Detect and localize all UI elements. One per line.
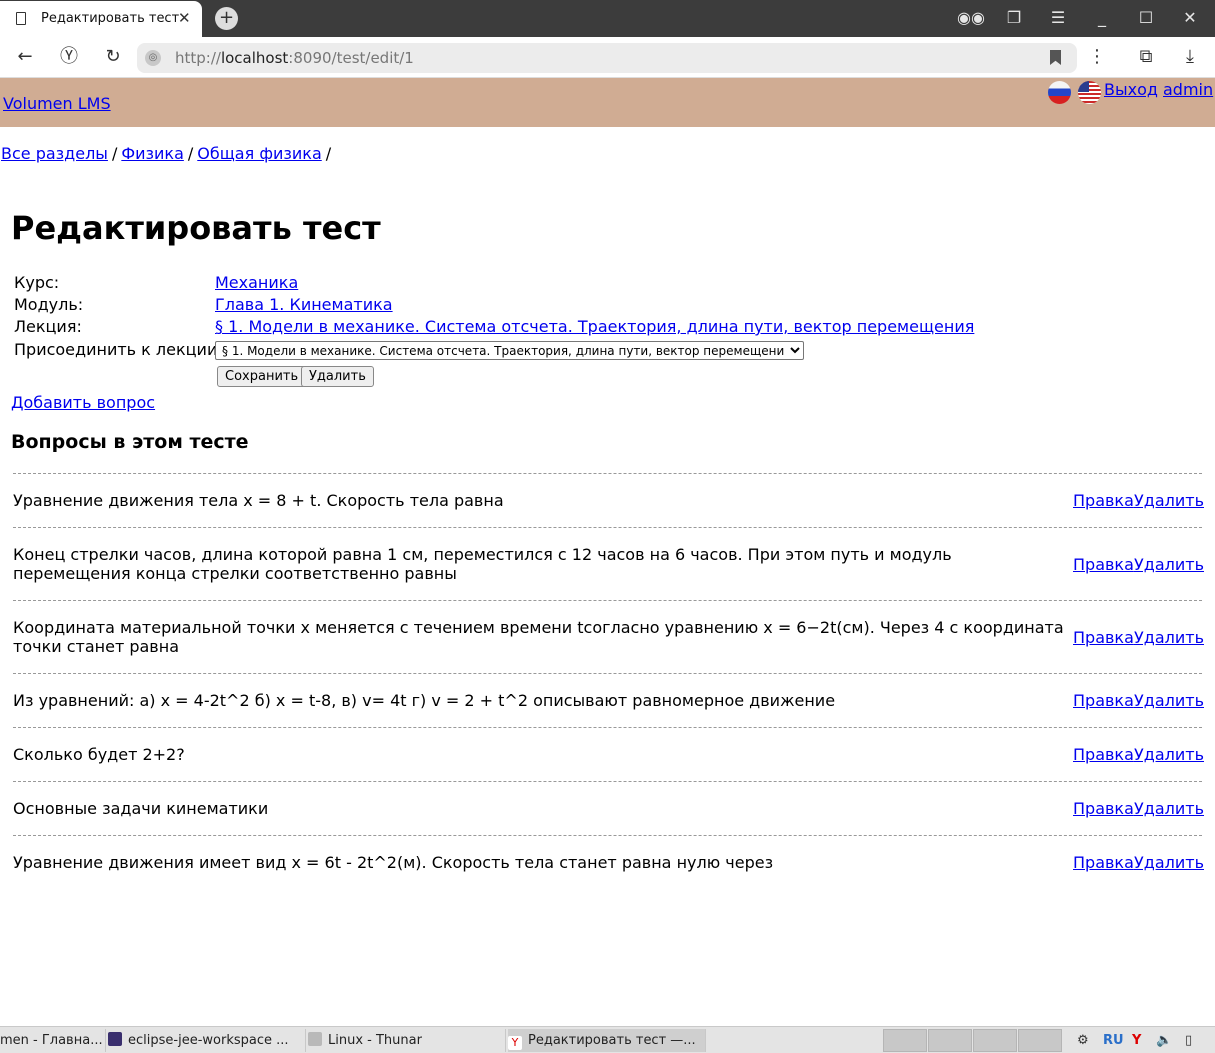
add-question-link[interactable]: Добавить вопрос <box>11 393 155 412</box>
question-row: Координата материальной точки x меняется… <box>13 600 1204 673</box>
sidebar-icon[interactable]: ⧉ <box>1134 45 1158 69</box>
browser-tab[interactable]: Редактировать тест ✕ <box>0 1 202 37</box>
download-icon[interactable]: ⤓ <box>1178 45 1202 69</box>
attach-lecture-label: Присоединить к лекции <box>14 340 218 359</box>
address-bar[interactable]: ◎ http://localhost:8090/test/edit/1 <box>137 43 1077 73</box>
yandex-browser-icon: Y <box>508 1036 522 1050</box>
edit-question-link[interactable]: Правка <box>1073 555 1134 574</box>
new-tab-button[interactable]: + <box>215 7 238 30</box>
edit-question-link[interactable]: Правка <box>1073 745 1134 764</box>
question-text: Основные задачи кинематики <box>13 799 269 818</box>
delete-question-link[interactable]: Удалить <box>1134 799 1204 818</box>
attach-lecture-select[interactable]: § 1. Модели в механике. Система отсчета.… <box>215 341 804 360</box>
save-button[interactable]: Сохранить <box>217 366 307 387</box>
tab-title: Редактировать тест <box>41 11 180 26</box>
menu-icon[interactable]: ☰ <box>1046 8 1070 27</box>
document-icon <box>16 12 26 25</box>
workspace-4[interactable] <box>1018 1029 1062 1052</box>
workspace-2[interactable] <box>928 1029 972 1052</box>
russian-flag-icon[interactable] <box>1048 81 1071 104</box>
yandex-icon[interactable]: Ⓨ <box>57 45 81 69</box>
folder-icon <box>308 1032 322 1046</box>
site-info-icon[interactable]: ◎ <box>145 50 161 66</box>
question-text: Из уравнений: а) x = 4-2t^2 б) x = t-8, … <box>13 691 836 710</box>
question-text: Уравнение движения имеет вид x = 6t - 2t… <box>13 853 774 872</box>
browser-navbar: ← Ⓨ ↻ ◎ http://localhost:8090/test/edit/… <box>0 37 1215 78</box>
network-icon[interactable]: ⚙ <box>1077 1030 1089 1052</box>
delete-question-link[interactable]: Удалить <box>1134 745 1204 764</box>
edit-question-link[interactable]: Правка <box>1073 853 1134 872</box>
edit-question-link[interactable]: Правка <box>1073 799 1134 818</box>
breadcrumb-physics[interactable]: Физика <box>121 144 184 163</box>
edit-question-link[interactable]: Правка <box>1073 691 1134 710</box>
taskbar-item-thunar[interactable]: Linux - Thunar <box>308 1029 506 1052</box>
close-tab-icon[interactable]: ✕ <box>178 9 191 27</box>
os-taskbar: men - Главна... eclipse-jee-workspace ..… <box>0 1026 1215 1053</box>
question-row: Уравнение движения тела x = 8 + t. Скоро… <box>13 473 1204 527</box>
minimize-icon[interactable]: _ <box>1090 8 1114 27</box>
breadcrumb: Все разделы / Физика / Общая физика / <box>1 144 332 163</box>
battery-icon[interactable]: ▯ <box>1185 1030 1192 1052</box>
url-text[interactable]: http://localhost:8090/test/edit/1 <box>175 49 414 67</box>
module-link[interactable]: Глава 1. Кинематика <box>215 295 393 314</box>
question-row: Из уравнений: а) x = 4-2t^2 б) x = t-8, … <box>13 673 1204 727</box>
reload-icon[interactable]: ↻ <box>101 45 125 69</box>
us-flag-icon[interactable] <box>1078 81 1101 104</box>
taskbar-item-browser[interactable]: Y Редактировать тест —... <box>508 1029 706 1052</box>
question-text: Координата материальной точки x меняется… <box>13 618 1064 656</box>
question-text: Конец стрелки часов, длина которой равна… <box>13 545 952 583</box>
breadcrumb-general-physics[interactable]: Общая физика <box>197 144 322 163</box>
keyboard-layout[interactable]: RU <box>1103 1030 1124 1052</box>
site-header: Volumen LMS Выход admin <box>0 78 1215 127</box>
edit-question-link[interactable]: Правка <box>1073 628 1134 647</box>
lecture-label: Лекция: <box>14 317 82 336</box>
question-text: Сколько будет 2+2? <box>13 745 185 764</box>
course-link[interactable]: Механика <box>215 273 298 292</box>
question-row: Основные задачи кинематики Правка Удалит… <box>13 781 1204 835</box>
back-icon[interactable]: ← <box>13 45 37 69</box>
questions-section-title: Вопросы в этом тесте <box>11 431 249 453</box>
lecture-link[interactable]: § 1. Модели в механике. Система отсчета.… <box>215 317 974 336</box>
close-window-icon[interactable]: ✕ <box>1178 8 1202 27</box>
browser-tabbar: Редактировать тест ✕ + ◉◉ ❐ ☰ _ ☐ ✕ <box>0 0 1215 37</box>
bookmark-icon[interactable] <box>1050 50 1061 65</box>
course-label: Курс: <box>14 273 60 292</box>
taskbar-item-eclipse[interactable]: eclipse-jee-workspace ... <box>108 1029 306 1052</box>
module-label: Модуль: <box>14 295 84 314</box>
delete-question-link[interactable]: Удалить <box>1134 691 1204 710</box>
delete-question-link[interactable]: Удалить <box>1134 853 1204 872</box>
question-row: Сколько будет 2+2? Правка Удалить <box>13 727 1204 781</box>
question-text: Уравнение движения тела x = 8 + t. Скоро… <box>13 491 504 510</box>
volume-icon[interactable]: 🔈 <box>1156 1030 1172 1052</box>
yandex-tray-icon[interactable]: Y <box>1132 1030 1141 1052</box>
edit-question-link[interactable]: Правка <box>1073 491 1134 510</box>
collections-icon[interactable]: ❐ <box>1002 8 1026 27</box>
delete-test-button[interactable]: Удалить <box>301 366 374 387</box>
maximize-icon[interactable]: ☐ <box>1134 8 1158 27</box>
delete-question-link[interactable]: Удалить <box>1134 555 1204 574</box>
taskbar-item[interactable]: men - Главна... <box>0 1029 106 1052</box>
workspace-3[interactable] <box>973 1029 1017 1052</box>
user-link[interactable]: admin <box>1163 80 1213 99</box>
delete-question-link[interactable]: Удалить <box>1134 628 1204 647</box>
brand-link[interactable]: Volumen LMS <box>3 94 111 113</box>
workspace-1[interactable] <box>883 1029 927 1052</box>
eclipse-icon <box>108 1032 122 1046</box>
breadcrumb-all-sections[interactable]: Все разделы <box>1 144 108 163</box>
delete-question-link[interactable]: Удалить <box>1134 491 1204 510</box>
reader-mode-icon[interactable]: ◉◉ <box>957 8 985 27</box>
question-row: Уравнение движения имеет вид x = 6t - 2t… <box>13 835 1204 889</box>
page-title: Редактировать тест <box>11 209 381 247</box>
more-options-icon[interactable]: ⋮ <box>1085 45 1109 69</box>
question-row: Конец стрелки часов, длина которой равна… <box>13 527 1204 600</box>
logout-link[interactable]: Выход <box>1104 80 1158 99</box>
